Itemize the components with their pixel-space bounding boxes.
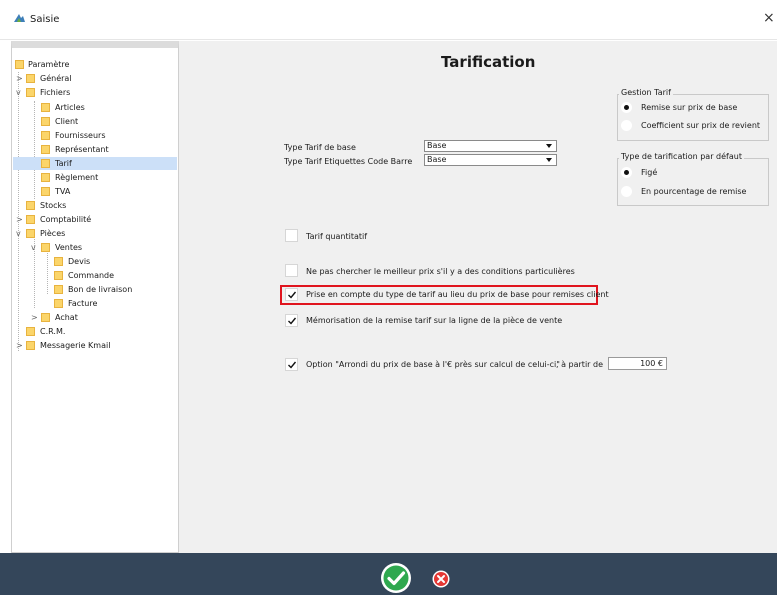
app-logo-icon	[13, 12, 26, 25]
folder-icon	[54, 257, 63, 266]
collapse-icon[interactable]: v	[31, 241, 36, 254]
type-tarif-base-label: Type Tarif de base	[284, 143, 356, 152]
type-tarif-etiquettes-label: Type Tarif Etiquettes Code Barre	[284, 157, 413, 166]
tree-item-parametre[interactable]: Paramètre	[13, 58, 163, 71]
radio-fige[interactable]	[621, 167, 632, 178]
folder-icon	[41, 117, 50, 126]
folder-icon	[26, 215, 35, 224]
expand-icon[interactable]: >	[16, 72, 23, 85]
folder-icon	[41, 131, 50, 140]
gestion-tarif-legend: Gestion Tarif	[619, 88, 673, 97]
tree-item-tva[interactable]: TVA	[13, 185, 163, 198]
folder-icon	[54, 299, 63, 308]
folder-icon	[15, 60, 24, 69]
tree-item-fichiers[interactable]: v Fichiers	[13, 86, 163, 99]
checkmark-icon	[288, 317, 297, 325]
radio-coefficient-label: Coefficient sur prix de revient	[641, 121, 761, 130]
tree-item-reglement[interactable]: Règlement	[13, 171, 163, 184]
type-tarif-etiquettes-value: Base	[427, 155, 447, 164]
tree-item-achat[interactable]: > Achat	[13, 311, 163, 324]
folder-icon	[26, 341, 35, 350]
page-title: Tarification	[441, 53, 536, 71]
tree-item-devis[interactable]: Devis	[13, 255, 163, 268]
tree-item-ventes[interactable]: v Ventes	[13, 241, 163, 254]
cancel-button[interactable]	[432, 570, 450, 590]
tree-item-general[interactable]: > Général	[13, 72, 163, 85]
gestion-tarif-group	[617, 94, 769, 141]
tree-item-bon-de-livraison[interactable]: Bon de livraison	[13, 283, 163, 296]
type-tarif-base-select[interactable]: Base	[424, 140, 557, 152]
tree-item-crm[interactable]: C.R.M.	[13, 325, 163, 338]
checkbox-option-arrondi-label: Option "Arrondi du prix de base à l'€ pr…	[306, 360, 560, 369]
folder-icon	[41, 173, 50, 182]
folder-icon	[41, 145, 50, 154]
folder-icon	[54, 285, 63, 294]
expand-icon[interactable]: >	[16, 213, 23, 226]
type-tarif-base-value: Base	[427, 141, 447, 150]
tree-item-representant[interactable]: Représentant	[13, 143, 163, 156]
checkbox-memorisation-remise-label: Mémorisation de la remise tarif sur la l…	[306, 316, 563, 325]
close-icon[interactable]: ×	[763, 10, 775, 26]
type-tarif-etiquettes-select[interactable]: Base	[424, 154, 557, 166]
ok-check-icon	[381, 563, 411, 593]
folder-icon	[26, 201, 35, 210]
checkbox-type-tarif-remises[interactable]	[285, 288, 298, 301]
radio-pourcentage-remise[interactable]	[621, 186, 632, 197]
chevron-down-icon	[546, 144, 552, 148]
folder-icon	[26, 229, 35, 238]
folder-icon	[41, 313, 50, 322]
type-tarification-group	[617, 158, 769, 206]
expand-icon[interactable]: >	[16, 339, 23, 352]
folder-icon	[41, 103, 50, 112]
checkbox-meilleur-prix-label: Ne pas chercher le meilleur prix s'il y …	[306, 267, 575, 276]
radio-coefficient-prix-revient[interactable]	[621, 120, 632, 131]
folder-icon	[26, 74, 35, 83]
checkmark-icon	[288, 361, 297, 369]
radio-fige-label: Figé	[641, 168, 658, 177]
radio-pourcentage-label: En pourcentage de remise	[641, 187, 747, 196]
checkmark-icon	[288, 291, 297, 299]
tree-item-tarif[interactable]: Tarif	[13, 157, 177, 170]
collapse-icon[interactable]: v	[16, 86, 21, 99]
chevron-down-icon	[546, 158, 552, 162]
navigation-tree: Paramètre > Général v Fichiers Articles …	[11, 41, 179, 553]
radio-remise-prix-base[interactable]	[621, 102, 632, 113]
folder-icon	[41, 243, 50, 252]
expand-icon[interactable]: >	[31, 311, 38, 324]
checkbox-tarif-quantitatif[interactable]	[285, 229, 298, 242]
tree-item-client[interactable]: Client	[13, 115, 163, 128]
tree-item-comptabilite[interactable]: > Comptabilité	[13, 213, 163, 226]
checkbox-meilleur-prix[interactable]	[285, 264, 298, 277]
collapse-icon[interactable]: v	[16, 227, 21, 240]
tree-item-stocks[interactable]: Stocks	[13, 199, 163, 212]
folder-icon	[41, 159, 50, 168]
tree-item-fournisseurs[interactable]: Fournisseurs	[13, 129, 163, 142]
folder-icon	[26, 88, 35, 97]
arrondi-amount-input[interactable]: 100 €	[608, 357, 667, 370]
cancel-x-icon	[432, 570, 450, 588]
tree-item-commande[interactable]: Commande	[13, 269, 163, 282]
checkbox-memorisation-remise[interactable]	[285, 314, 298, 327]
type-tarification-legend: Type de tarification par défaut	[619, 152, 744, 161]
checkbox-type-tarif-remises-label: Prise en compte du type de tarif au lieu…	[306, 290, 609, 299]
tree-item-messagerie-kmail[interactable]: > Messagerie Kmail	[13, 339, 163, 352]
folder-icon	[54, 271, 63, 280]
tree-item-articles[interactable]: Articles	[13, 101, 163, 114]
checkbox-tarif-quantitatif-label: Tarif quantitatif	[306, 232, 368, 241]
folder-icon	[41, 187, 50, 196]
checkbox-option-arrondi[interactable]	[285, 358, 298, 371]
radio-remise-label: Remise sur prix de base	[641, 103, 738, 112]
tree-item-pieces[interactable]: v Pièces	[13, 227, 163, 240]
title-bar: Saisie ×	[0, 0, 777, 40]
arrondi-suffix-label: , à partir de	[556, 360, 603, 369]
ok-button[interactable]	[380, 562, 412, 596]
window-title: Saisie	[30, 14, 60, 25]
tree-item-facture[interactable]: Facture	[13, 297, 163, 310]
folder-icon	[26, 327, 35, 336]
